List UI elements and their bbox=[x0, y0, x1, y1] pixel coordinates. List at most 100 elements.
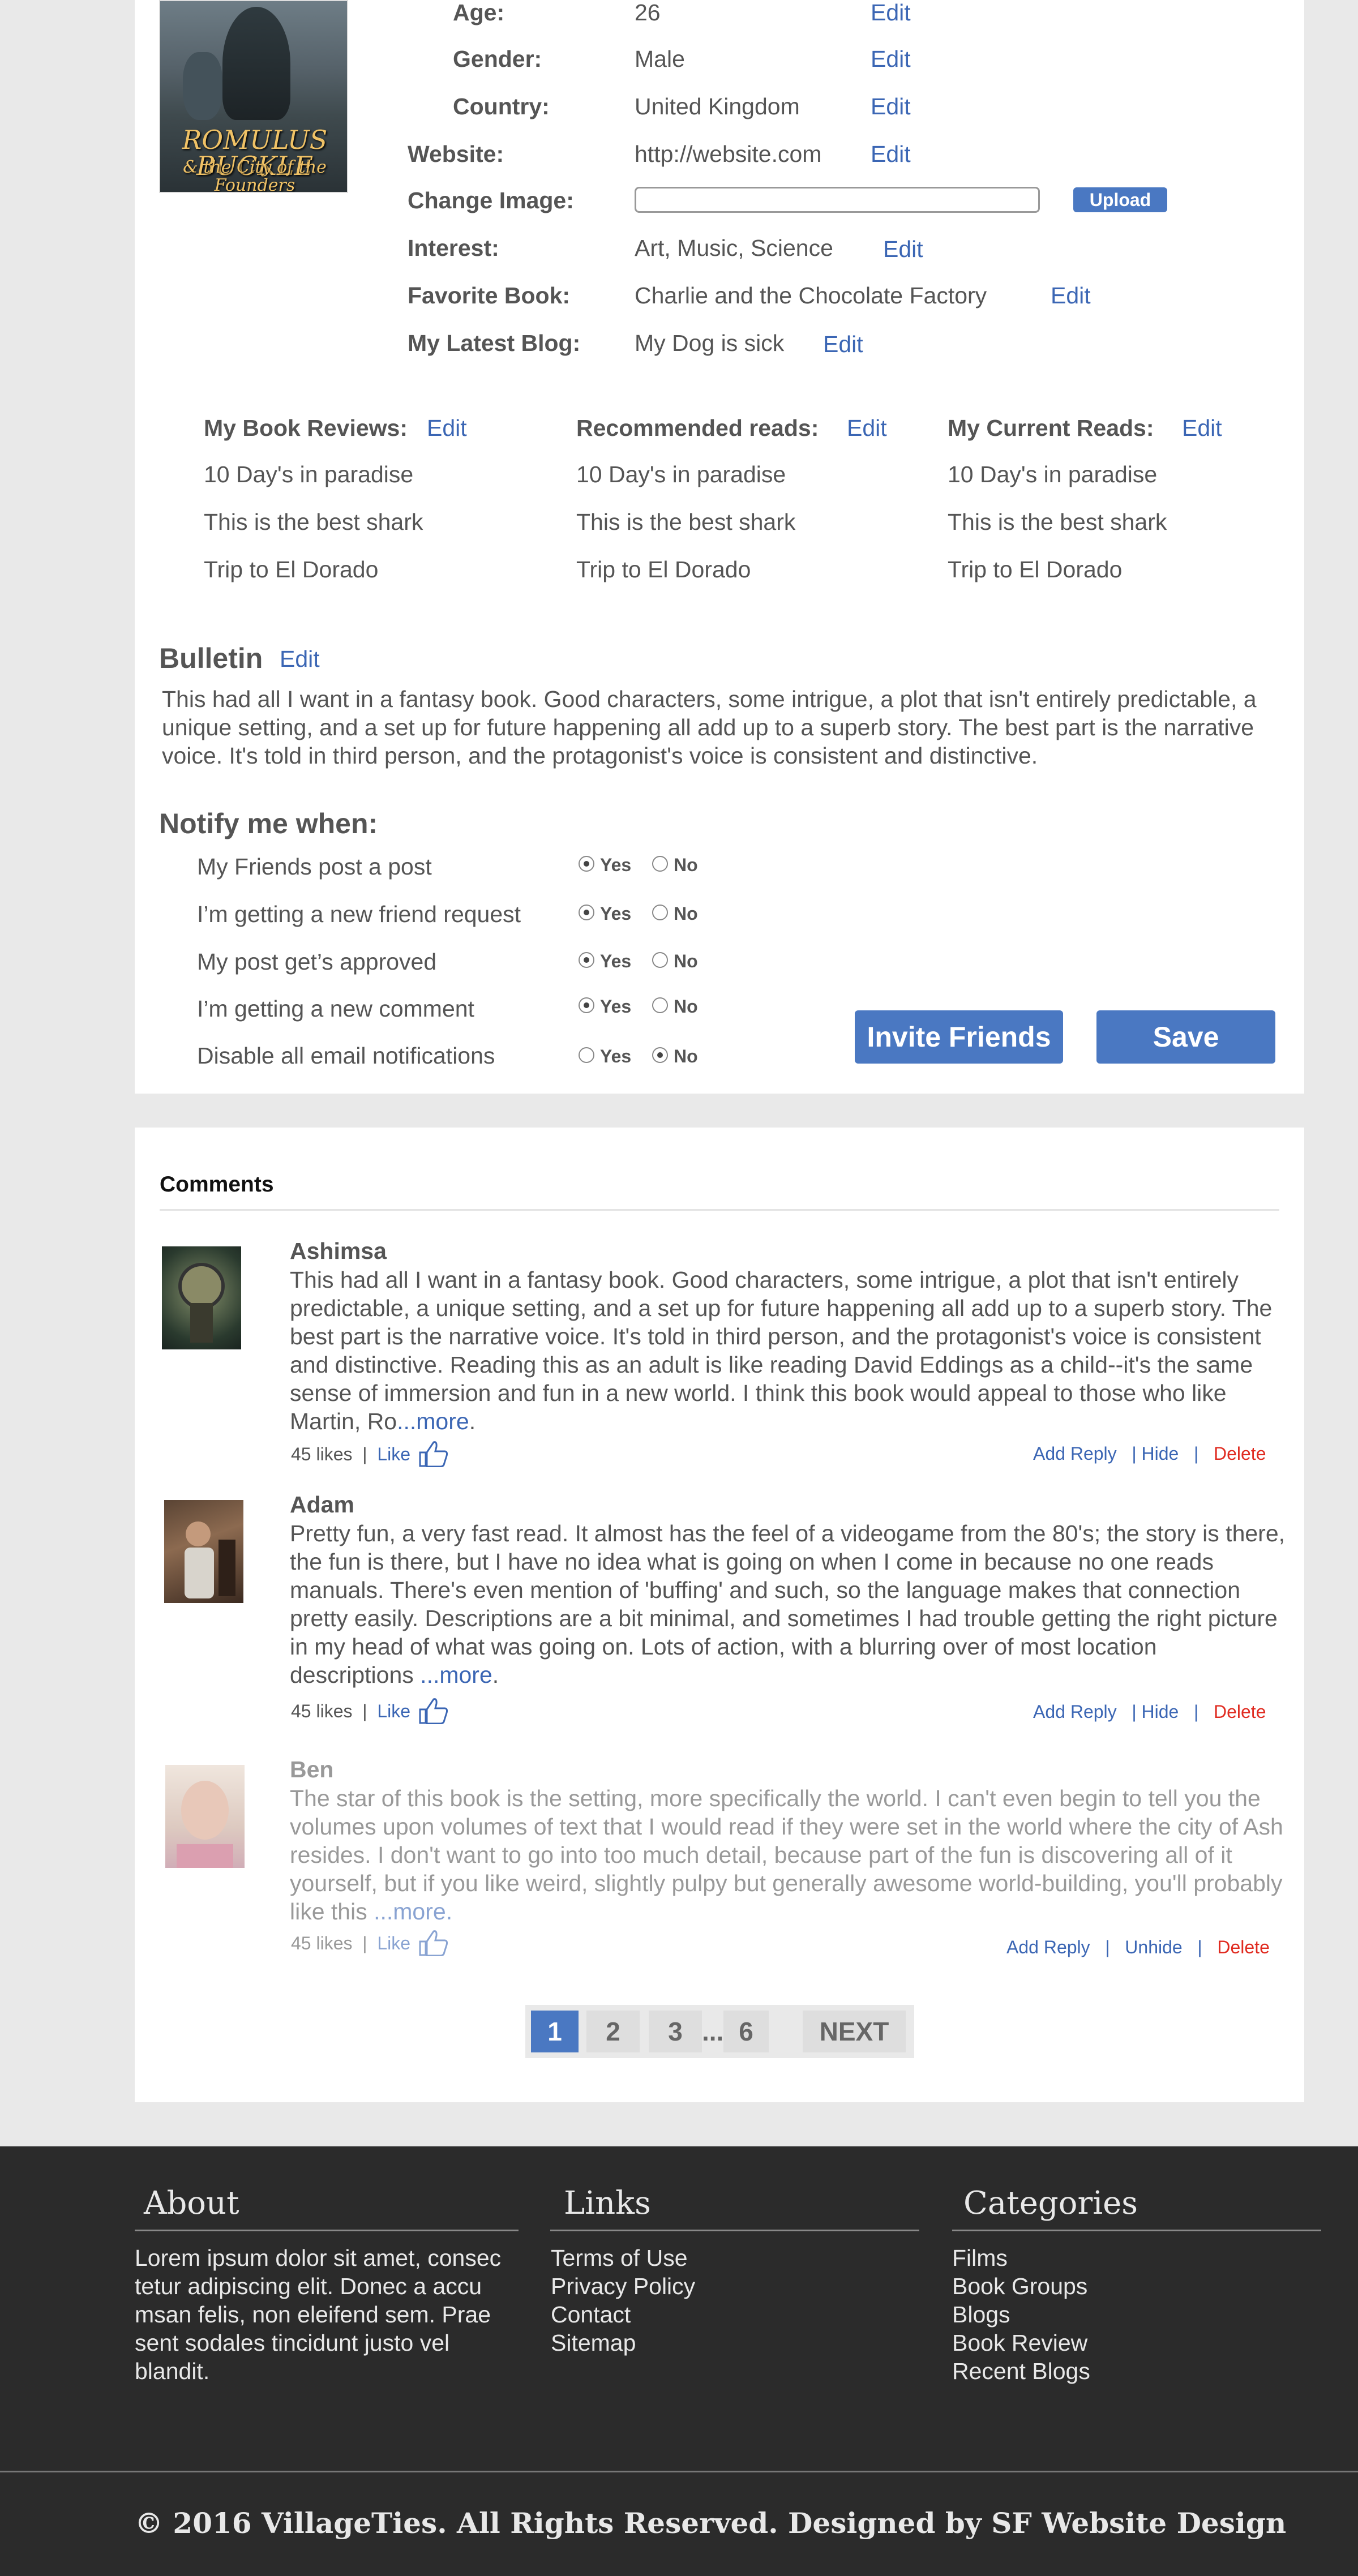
current-reads-edit-link[interactable]: Edit bbox=[1182, 417, 1222, 440]
avatar bbox=[164, 1500, 243, 1603]
recommended-item[interactable]: This is the best shark bbox=[576, 511, 795, 534]
website-edit-link[interactable]: Edit bbox=[871, 143, 911, 166]
age-label: Age: bbox=[453, 0, 505, 25]
likes-count: 45 likes bbox=[291, 1701, 353, 1721]
cover-figure-left bbox=[183, 52, 222, 120]
footer-category-blogs[interactable]: Blogs bbox=[952, 2300, 1090, 2329]
more-link[interactable]: ...more bbox=[397, 1408, 469, 1434]
hide-link[interactable]: Hide bbox=[1142, 1443, 1179, 1464]
latest-blog-edit-link[interactable]: Edit bbox=[823, 333, 863, 356]
more-link[interactable]: ...more bbox=[420, 1662, 492, 1688]
delete-link[interactable]: Delete bbox=[1214, 1701, 1266, 1722]
unhide-link[interactable]: Unhide bbox=[1125, 1937, 1182, 1957]
interest-edit-link[interactable]: Edit bbox=[883, 238, 923, 261]
page-3-button[interactable]: 3 bbox=[649, 2011, 702, 2052]
current-read-item[interactable]: 10 Day's in paradise bbox=[948, 463, 1157, 486]
current-read-item[interactable]: Trip to El Dorado bbox=[948, 558, 1122, 581]
like-link[interactable]: Like bbox=[377, 1933, 410, 1953]
notify-friends-post-yes-radio[interactable] bbox=[579, 856, 594, 872]
notify-new-comment-yes-radio[interactable] bbox=[579, 997, 594, 1013]
current-read-item[interactable]: This is the best shark bbox=[948, 511, 1167, 534]
comment-text: This had all I want in a fantasy book. G… bbox=[290, 1266, 1286, 1435]
gender-label: Gender: bbox=[453, 46, 542, 72]
comment-author[interactable]: Ben bbox=[290, 1758, 333, 1781]
add-reply-link[interactable]: Add Reply bbox=[1006, 1937, 1090, 1957]
notify-post-approved-yes-radio[interactable] bbox=[579, 952, 594, 968]
comment-author[interactable]: Adam bbox=[290, 1493, 354, 1516]
notify-friend-request-yes-radio[interactable] bbox=[579, 905, 594, 920]
recommended-item[interactable]: 10 Day's in paradise bbox=[576, 463, 786, 486]
save-button[interactable]: Save bbox=[1096, 1010, 1275, 1064]
country-edit-link[interactable]: Edit bbox=[871, 95, 911, 118]
recommended-reads-edit-link[interactable]: Edit bbox=[847, 417, 887, 440]
footer-link-terms[interactable]: Terms of Use bbox=[551, 2244, 695, 2272]
footer-category-book-review[interactable]: Book Review bbox=[952, 2329, 1090, 2357]
next-page-button[interactable]: NEXT bbox=[803, 2011, 906, 2052]
footer-categories-title: Categories bbox=[963, 2185, 1138, 2222]
image-file-input[interactable] bbox=[635, 187, 1040, 213]
bulletin-title: Bulletin bbox=[159, 642, 263, 674]
delete-link[interactable]: Delete bbox=[1217, 1937, 1270, 1957]
book-cover-image: ROMULUS BUCKLE & the City of the Founder… bbox=[159, 0, 348, 193]
add-reply-link[interactable]: Add Reply bbox=[1033, 1701, 1117, 1722]
disable-email-yes-radio[interactable] bbox=[579, 1047, 594, 1063]
no-label: No bbox=[674, 996, 698, 1017]
bulletin-edit-link[interactable]: Edit bbox=[280, 648, 320, 671]
book-review-item[interactable]: 10 Day's in paradise bbox=[204, 463, 413, 486]
thumbs-up-icon[interactable] bbox=[418, 1440, 448, 1467]
separator: | bbox=[1121, 1701, 1142, 1722]
notify-friends-post-no-radio[interactable] bbox=[652, 856, 668, 872]
invite-friends-button[interactable]: Invite Friends bbox=[855, 1010, 1063, 1064]
thumbs-up-icon[interactable] bbox=[418, 1697, 448, 1724]
change-image-label: Change Image: bbox=[408, 187, 574, 213]
footer-link-contact[interactable]: Contact bbox=[551, 2300, 695, 2329]
notify-new-comment-label: I’m getting a new comment bbox=[197, 996, 474, 1022]
separator: | bbox=[1184, 1443, 1209, 1464]
cover-figure bbox=[222, 7, 290, 120]
book-reviews-title: My Book Reviews: bbox=[204, 415, 408, 441]
footer-link-sitemap[interactable]: Sitemap bbox=[551, 2329, 695, 2357]
comment-author[interactable]: Ashimsa bbox=[290, 1240, 387, 1263]
age-edit-link[interactable]: Edit bbox=[871, 1, 911, 24]
page-2-button[interactable]: 2 bbox=[586, 2011, 640, 2052]
footer-category-recent-blogs[interactable]: Recent Blogs bbox=[952, 2357, 1090, 2385]
upload-button[interactable]: Upload bbox=[1073, 187, 1167, 212]
more-link[interactable]: ...more. bbox=[374, 1898, 452, 1925]
avatar-image bbox=[178, 1263, 225, 1343]
book-review-item[interactable]: This is the best shark bbox=[204, 511, 423, 534]
gender-edit-link[interactable]: Edit bbox=[871, 48, 911, 71]
page-6-button[interactable]: 6 bbox=[723, 2011, 769, 2052]
no-label: No bbox=[674, 951, 698, 971]
book-review-item[interactable]: Trip to El Dorado bbox=[204, 558, 378, 581]
notify-post-approved-no-radio[interactable] bbox=[652, 952, 668, 968]
comment-actions: Add Reply | Unhide | Delete bbox=[1006, 1938, 1270, 1956]
footer-category-book-groups[interactable]: Book Groups bbox=[952, 2272, 1090, 2300]
recommended-item[interactable]: Trip to El Dorado bbox=[576, 558, 751, 581]
current-reads-title: My Current Reads: bbox=[948, 415, 1154, 441]
like-link[interactable]: Like bbox=[377, 1701, 410, 1721]
hide-link[interactable]: Hide bbox=[1142, 1701, 1179, 1722]
separator: | bbox=[1184, 1701, 1209, 1722]
notify-new-comment-no-radio[interactable] bbox=[652, 997, 668, 1013]
footer-about-text: Lorem ipsum dolor sit amet, consec tetur… bbox=[135, 2245, 502, 2384]
add-reply-link[interactable]: Add Reply bbox=[1033, 1443, 1117, 1464]
yes-label: Yes bbox=[600, 1046, 632, 1066]
age-value: 26 bbox=[635, 0, 661, 25]
notify-friend-request-no-radio[interactable] bbox=[652, 905, 668, 920]
bulletin-text: This had all I want in a fantasy book. G… bbox=[162, 686, 1257, 769]
disable-email-no-radio[interactable] bbox=[652, 1047, 668, 1063]
footer-category-films[interactable]: Films bbox=[952, 2244, 1090, 2272]
separator: | bbox=[1121, 1443, 1142, 1464]
favorite-book-edit-link[interactable]: Edit bbox=[1051, 284, 1091, 307]
comments-divider bbox=[160, 1209, 1279, 1211]
delete-link[interactable]: Delete bbox=[1214, 1443, 1266, 1464]
interest-value: Art, Music, Science bbox=[635, 235, 833, 261]
avatar-image bbox=[185, 1521, 235, 1598]
book-reviews-edit-link[interactable]: Edit bbox=[427, 417, 467, 440]
thumbs-up-icon[interactable] bbox=[418, 1929, 448, 1956]
comments-title: Comments bbox=[160, 1172, 274, 1197]
page-1-button[interactable]: 1 bbox=[531, 2011, 579, 2052]
footer-link-privacy[interactable]: Privacy Policy bbox=[551, 2272, 695, 2300]
like-link[interactable]: Like bbox=[377, 1444, 410, 1464]
page-ellipsis: ... bbox=[702, 2017, 724, 2046]
